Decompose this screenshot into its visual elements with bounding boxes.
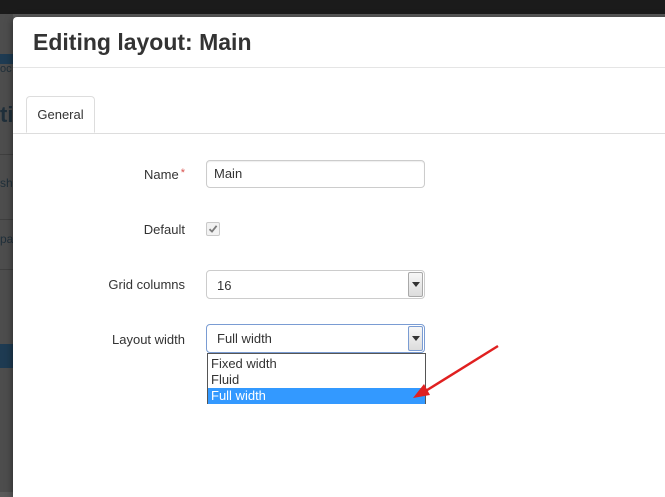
checkmark-icon <box>208 225 218 233</box>
dropdown-option-fluid[interactable]: Fluid <box>208 372 425 388</box>
background-blue-block <box>0 344 13 368</box>
layout-width-value: Full width <box>217 331 272 346</box>
modal-title: Editing layout: Main <box>33 29 252 55</box>
dropdown-option-fixed-width[interactable]: Fixed width <box>208 356 425 372</box>
select-arrow-button[interactable] <box>408 326 423 351</box>
background-text-fragment: sh <box>0 176 13 190</box>
name-label-text: Name <box>144 167 179 182</box>
dropdown-option-full-width[interactable]: Full width <box>208 388 425 404</box>
background-top-bar <box>0 0 665 14</box>
grid-columns-value: 16 <box>217 278 232 293</box>
layout-width-dropdown: Fixed width Fluid Full width <box>207 353 426 404</box>
background-left-panel <box>0 14 13 492</box>
default-checkbox[interactable] <box>206 222 220 236</box>
layout-width-label: Layout width <box>112 332 185 347</box>
background-text-fragment: ti <box>0 102 14 127</box>
layout-width-select[interactable]: Full width <box>206 324 425 353</box>
chevron-down-icon <box>412 282 420 287</box>
grid-columns-select[interactable]: 16 <box>206 270 425 299</box>
grid-columns-label: Grid columns <box>108 277 185 292</box>
name-label: Name * <box>13 167 185 182</box>
default-label: Default <box>143 222 185 237</box>
background-text-fragment: pa <box>0 232 14 246</box>
tab-general[interactable]: General <box>26 96 95 133</box>
select-arrow-button[interactable] <box>408 272 423 297</box>
background-text-fragment: oc <box>0 63 12 75</box>
modal-header: Editing layout: Main <box>13 17 665 68</box>
name-input[interactable]: Main <box>206 160 425 188</box>
tab-bar: General <box>13 96 665 134</box>
background-strip <box>0 269 13 300</box>
required-marker: * <box>180 167 185 179</box>
chevron-down-icon <box>412 336 420 341</box>
edit-layout-modal: Editing layout: Main General Name * Main … <box>13 17 665 497</box>
